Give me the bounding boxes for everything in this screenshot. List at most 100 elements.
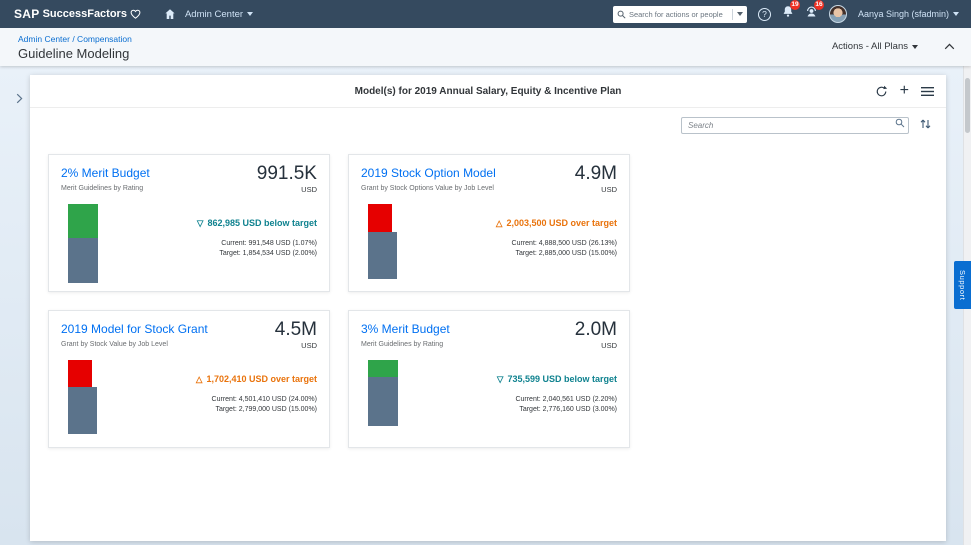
refresh-icon[interactable] — [875, 85, 888, 98]
avatar[interactable] — [829, 5, 847, 23]
status-line: ▽862,985 USD below target — [105, 218, 317, 229]
card-head: 2019 Stock Option Model Grant by Stock O… — [361, 164, 617, 194]
topbar: SAP SuccessFactors Admin Center ? 19 — [0, 0, 971, 28]
help-icon[interactable]: ? — [758, 8, 771, 21]
model-subtitle: Merit Guidelines by Rating — [61, 185, 150, 192]
add-model-icon[interactable]: + — [900, 83, 909, 99]
bar-target-segment — [368, 232, 397, 279]
model-currency: USD — [257, 185, 317, 194]
notifications-button[interactable]: 19 — [782, 5, 794, 23]
current-value: Current: 4,888,500 USD (26.13%) — [405, 240, 617, 247]
mini-bar-chart — [361, 360, 405, 426]
bar-current-segment — [368, 204, 392, 232]
status-text: 735,599 USD below target — [507, 374, 617, 384]
support-chat-button[interactable]: 16 — [805, 5, 818, 23]
current-value: Current: 4,501,410 USD (24.00%) — [105, 396, 317, 403]
brand-sap: SAP — [14, 7, 40, 21]
chevron-down-icon — [912, 45, 918, 49]
user-menu[interactable]: Aanya Singh (sfadmin) — [858, 9, 959, 19]
actions-all-plans-dropdown[interactable]: Actions - All Plans — [832, 41, 918, 52]
current-value: Current: 991,548 USD (1.07%) — [105, 240, 317, 247]
model-currency: USD — [575, 185, 617, 194]
bar-current-segment — [68, 360, 92, 387]
model-search[interactable] — [681, 115, 909, 132]
brand-product: SuccessFactors — [43, 8, 127, 20]
model-title-link[interactable]: 3% Merit Budget — [361, 322, 450, 336]
bar-target-segment — [68, 387, 97, 434]
notifications-badge: 19 — [790, 0, 800, 10]
support-tab[interactable]: Support — [954, 261, 971, 309]
model-title-link[interactable]: 2% Merit Budget — [61, 166, 150, 180]
breadcrumb[interactable]: Admin Center / Compensation — [18, 34, 955, 44]
model-total-value: 2.0M — [575, 320, 617, 339]
status-line: ▽735,599 USD below target — [405, 374, 617, 385]
target-value: Target: 2,799,000 USD (15.00%) — [105, 406, 317, 413]
card-body: △1,702,410 USD over target Current: 4,50… — [61, 360, 317, 434]
page-header: Admin Center / Compensation Guideline Mo… — [0, 28, 971, 66]
status-line: △1,702,410 USD over target — [105, 374, 317, 385]
model-currency: USD — [575, 341, 617, 350]
search-icon[interactable] — [895, 118, 905, 128]
card-head: 2% Merit Budget Merit Guidelines by Rati… — [61, 164, 317, 194]
status-text: 2,003,500 USD over target — [506, 218, 617, 228]
model-card: 2% Merit Budget Merit Guidelines by Rati… — [48, 154, 330, 292]
mini-bar-chart — [61, 204, 105, 283]
bar-target-segment — [68, 238, 98, 283]
model-card: 2019 Stock Option Model Grant by Stock O… — [348, 154, 630, 292]
chevron-down-icon — [953, 12, 959, 16]
page-title: Guideline Modeling — [18, 46, 955, 61]
card-head: 2019 Model for Stock Grant Grant by Stoc… — [61, 320, 317, 350]
bar-current-segment — [68, 204, 98, 238]
model-total-value: 4.5M — [275, 320, 317, 339]
scrollbar-thumb[interactable] — [965, 78, 970, 133]
actions-label: Actions - All Plans — [832, 41, 908, 52]
bar-target-segment — [368, 377, 398, 426]
model-subtitle: Grant by Stock Value by Job Level — [61, 341, 208, 348]
sap-successfactors-logo: SAP SuccessFactors — [14, 7, 141, 21]
card-head: 3% Merit Budget Merit Guidelines by Rati… — [361, 320, 617, 350]
status-text: 862,985 USD below target — [207, 218, 317, 228]
admin-center-menu[interactable]: Admin Center — [185, 9, 253, 20]
search-scope-dropdown[interactable] — [732, 9, 743, 20]
status-triangle-icon: △ — [496, 218, 503, 228]
models-panel: Model(s) for 2019 Annual Salary, Equity … — [30, 75, 946, 541]
target-value: Target: 1,854,534 USD (2.00%) — [105, 250, 317, 257]
heart-icon — [130, 9, 141, 20]
current-value: Current: 2,040,561 USD (2.20%) — [405, 396, 617, 403]
card-body: ▽735,599 USD below target Current: 2,040… — [361, 360, 617, 426]
global-search-input[interactable] — [629, 10, 729, 19]
card-body: ▽862,985 USD below target Current: 991,5… — [61, 204, 317, 283]
sort-icon[interactable] — [919, 118, 932, 130]
global-search[interactable] — [613, 6, 747, 23]
mini-bar-chart — [61, 360, 105, 434]
menu-icon[interactable] — [921, 86, 934, 97]
card-body: △2,003,500 USD over target Current: 4,88… — [361, 204, 617, 279]
model-title-link[interactable]: 2019 Model for Stock Grant — [61, 322, 208, 336]
model-search-input[interactable] — [681, 117, 909, 134]
target-value: Target: 2,885,000 USD (15.00%) — [405, 250, 617, 257]
model-total-value: 991.5K — [257, 164, 317, 183]
home-icon[interactable] — [164, 8, 176, 20]
admin-center-label: Admin Center — [185, 9, 243, 20]
panel-toolbar — [30, 108, 946, 142]
expand-side-panel-icon[interactable] — [16, 93, 23, 104]
panel-header: Model(s) for 2019 Annual Salary, Equity … — [30, 75, 946, 108]
panel-title: Model(s) for 2019 Annual Salary, Equity … — [355, 86, 622, 97]
status-triangle-icon: ▽ — [197, 218, 204, 228]
chevron-down-icon — [247, 12, 253, 16]
collapse-header-icon[interactable] — [944, 43, 955, 50]
search-icon — [617, 10, 626, 19]
status-triangle-icon: △ — [196, 374, 203, 384]
model-card: 2019 Model for Stock Grant Grant by Stoc… — [48, 310, 330, 448]
user-name: Aanya Singh (sfadmin) — [858, 9, 949, 19]
model-total-value: 4.9M — [575, 164, 617, 183]
model-card: 3% Merit Budget Merit Guidelines by Rati… — [348, 310, 630, 448]
support-badge: 16 — [814, 0, 824, 10]
status-line: △2,003,500 USD over target — [405, 218, 617, 229]
model-currency: USD — [275, 341, 317, 350]
target-value: Target: 2,776,160 USD (3.00%) — [405, 406, 617, 413]
status-text: 1,702,410 USD over target — [206, 374, 317, 384]
bar-current-segment — [368, 360, 398, 377]
model-title-link[interactable]: 2019 Stock Option Model — [361, 166, 496, 180]
model-subtitle: Merit Guidelines by Rating — [361, 341, 450, 348]
